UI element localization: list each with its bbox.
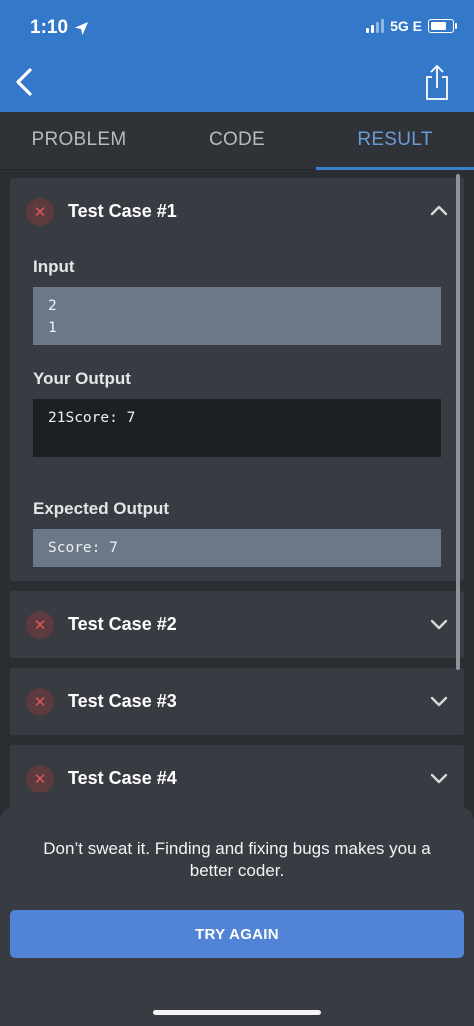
tab-result[interactable]: RESULT	[316, 112, 474, 170]
status-time: 1:10	[30, 17, 89, 39]
test-case-title: Test Case #2	[68, 614, 177, 634]
share-button[interactable]	[422, 64, 452, 102]
location-arrow-icon	[74, 21, 89, 35]
scrollbar[interactable]	[456, 174, 460, 670]
encouragement-message: Don’t sweat it. Finding and fixing bugs …	[43, 839, 431, 880]
fail-x-icon: ✕	[26, 610, 54, 639]
chevron-up-icon	[430, 205, 448, 216]
input-value: 2 1	[33, 287, 441, 345]
tab-bar: PROBLEM CODE RESULT	[0, 112, 474, 170]
fail-x-icon: ✕	[26, 687, 54, 716]
test-case-title: Test Case #4	[68, 768, 177, 788]
expected-output-label: Expected Output	[33, 499, 170, 518]
chevron-down-icon	[430, 696, 448, 707]
expected-output-value: Score: 7	[33, 529, 441, 567]
test-case-list: ✕ Test Case #1 Input 2 1 Your Output 21S…	[10, 178, 464, 822]
signal-icon	[366, 19, 385, 33]
input-label: Input	[33, 257, 75, 276]
chevron-down-icon	[430, 773, 448, 784]
home-indicator	[153, 1010, 321, 1015]
test-case-1: ✕ Test Case #1 Input 2 1 Your Output 21S…	[10, 178, 464, 581]
try-again-button[interactable]: TRY AGAIN	[10, 910, 464, 958]
status-indicators: 5G E	[366, 18, 457, 34]
test-case-title: Test Case #3	[68, 691, 177, 711]
fail-x-icon: ✕	[26, 197, 54, 226]
status-time-label: 1:10	[30, 17, 69, 38]
network-label: 5G E	[390, 18, 422, 34]
result-sheet: Don’t sweat it. Finding and fixing bugs …	[0, 807, 474, 1026]
chevron-left-icon	[16, 68, 32, 96]
app-header: 1:10 5G E	[0, 0, 474, 112]
back-button[interactable]	[10, 64, 42, 100]
test-case-header[interactable]: ✕ Test Case #2	[10, 591, 464, 658]
test-case-3: ✕ Test Case #3	[10, 668, 464, 735]
test-case-header[interactable]: ✕ Test Case #4	[10, 745, 464, 812]
test-case-header[interactable]: ✕ Test Case #1	[10, 178, 464, 245]
your-output-value: 21Score: 7	[33, 399, 441, 457]
fail-x-icon: ✕	[26, 764, 54, 793]
battery-icon	[428, 19, 457, 33]
test-case-body: Input 2 1 Your Output 21Score: 7 Expecte…	[10, 257, 464, 581]
test-case-header[interactable]: ✕ Test Case #3	[10, 668, 464, 735]
test-case-4: ✕ Test Case #4	[10, 745, 464, 812]
tab-code[interactable]: CODE	[158, 112, 316, 169]
chevron-down-icon	[430, 619, 448, 630]
tab-problem[interactable]: PROBLEM	[0, 112, 158, 169]
test-case-2: ✕ Test Case #2	[10, 591, 464, 658]
share-icon	[426, 64, 448, 100]
test-case-title: Test Case #1	[68, 201, 177, 221]
your-output-label: Your Output	[33, 369, 131, 388]
